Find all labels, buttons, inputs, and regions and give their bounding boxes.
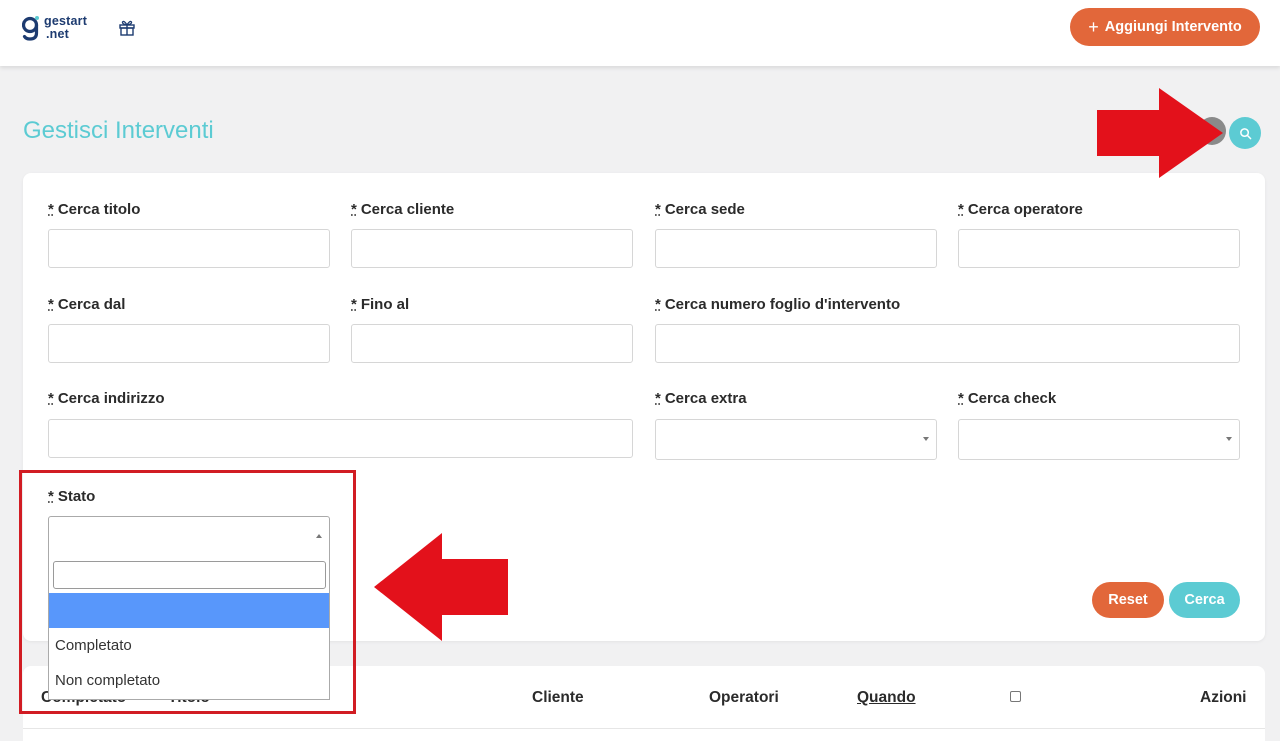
add-intervento-button[interactable]: + Aggiungi Intervento — [1070, 8, 1260, 46]
cerca-button[interactable]: Cerca — [1169, 582, 1240, 618]
fino-al-input[interactable] — [351, 324, 633, 363]
cerca-indirizzo-input[interactable] — [48, 419, 633, 458]
label-cerca-indirizzo: * Cerca indirizzo — [48, 390, 165, 407]
label-cerca-sede: * Cerca sede — [655, 201, 745, 218]
required-mark: * — [48, 296, 54, 313]
th-azioni: Azioni — [1200, 689, 1247, 706]
cerca-check-select[interactable] — [958, 419, 1240, 460]
annotation-arrow-left-icon — [374, 533, 508, 641]
label-text: Cerca check — [967, 390, 1057, 407]
label-text: Cerca dal — [57, 296, 126, 313]
cerca-extra-select[interactable] — [655, 419, 937, 460]
label-text: Fino al — [360, 296, 410, 313]
label-fino-al: * Fino al — [351, 296, 409, 313]
label-text: Cerca cliente — [360, 201, 455, 218]
gestart-logo-icon — [21, 15, 40, 41]
search-toggle-button[interactable] — [1229, 117, 1261, 149]
th-cliente[interactable]: Cliente — [532, 689, 584, 707]
required-mark: * — [48, 390, 54, 407]
search-icon — [1239, 127, 1251, 139]
required-mark: * — [655, 296, 661, 313]
label-cerca-operatore: * Cerca operatore — [958, 201, 1083, 218]
add-intervento-label: Aggiungi Intervento — [1104, 19, 1242, 35]
annotation-highlight-box — [19, 470, 356, 714]
label-cerca-dal: * Cerca dal — [48, 296, 125, 313]
top-bar: gestart .net + Aggiungi Intervento — [0, 0, 1280, 66]
label-cerca-cliente: * Cerca cliente — [351, 201, 454, 218]
select-all-checkbox[interactable] — [1010, 691, 1021, 702]
caret-down-icon — [1226, 437, 1232, 441]
gestart-logo[interactable]: gestart .net — [21, 12, 87, 44]
reset-button[interactable]: Reset — [1092, 582, 1164, 618]
th-quando[interactable]: Quando — [857, 689, 916, 707]
cerca-cliente-input[interactable] — [351, 229, 633, 268]
label-cerca-extra: * Cerca extra — [655, 390, 747, 407]
required-mark: * — [351, 201, 357, 218]
page-title: Gestisci Interventi — [23, 117, 214, 144]
label-text: Cerca sede — [664, 201, 745, 218]
cerca-titolo-input[interactable] — [48, 229, 330, 268]
required-mark: * — [48, 201, 54, 218]
label-cerca-titolo: * Cerca titolo — [48, 201, 140, 218]
required-mark: * — [958, 390, 964, 407]
cerca-numero-foglio-input[interactable] — [655, 324, 1240, 363]
logo-line2: .net — [46, 27, 70, 41]
required-mark: * — [655, 201, 661, 218]
plus-icon: + — [1088, 17, 1099, 37]
table-divider — [23, 728, 1265, 729]
logo-text: gestart .net — [44, 15, 87, 41]
label-cerca-check: * Cerca check — [958, 390, 1056, 407]
cerca-sede-input[interactable] — [655, 229, 937, 268]
caret-down-icon — [923, 437, 929, 441]
required-mark: * — [655, 390, 661, 407]
logo-line1: gestart — [44, 14, 88, 28]
required-mark: * — [351, 296, 357, 313]
label-cerca-numero-foglio: * Cerca numero foglio d'intervento — [655, 296, 900, 313]
label-text: Cerca extra — [664, 390, 747, 407]
label-text: Cerca operatore — [967, 201, 1083, 218]
gift-icon[interactable] — [118, 18, 136, 36]
annotation-arrow-right-icon — [1097, 88, 1223, 178]
label-text: Cerca numero foglio d'intervento — [664, 296, 901, 313]
label-text: Cerca titolo — [57, 201, 141, 218]
label-text: Cerca indirizzo — [57, 390, 165, 407]
required-mark: * — [958, 201, 964, 218]
cerca-dal-input[interactable] — [48, 324, 330, 363]
cerca-operatore-input[interactable] — [958, 229, 1240, 268]
th-operatori[interactable]: Operatori — [709, 689, 779, 707]
